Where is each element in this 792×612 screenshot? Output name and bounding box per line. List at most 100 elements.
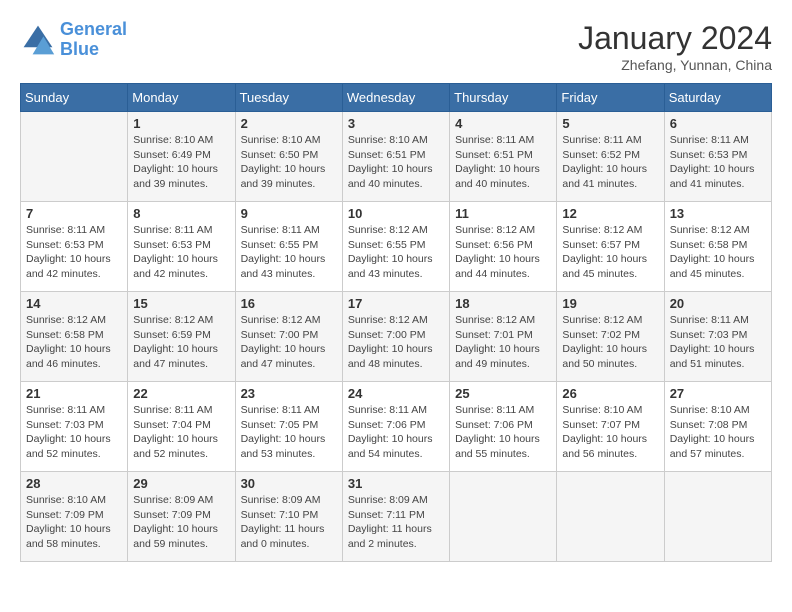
day-info: Sunrise: 8:10 AM Sunset: 7:07 PM Dayligh… (562, 403, 658, 462)
page-header: General Blue January 2024 Zhefang, Yunna… (20, 20, 772, 73)
day-number: 13 (670, 206, 766, 221)
logo-blue: Blue (60, 39, 99, 59)
sunrise-label: Sunrise: 8:11 AM (26, 224, 105, 236)
day-number: 20 (670, 296, 766, 311)
daylight-label: Daylight: 11 hours and 0 minutes. (241, 523, 325, 550)
sunrise-label: Sunrise: 8:11 AM (241, 404, 320, 416)
sunrise-label: Sunrise: 8:11 AM (455, 134, 534, 146)
day-number: 18 (455, 296, 551, 311)
sunset-label: Sunset: 7:03 PM (26, 419, 104, 431)
calendar-cell: 26 Sunrise: 8:10 AM Sunset: 7:07 PM Dayl… (557, 382, 664, 472)
calendar-cell (557, 472, 664, 562)
sunset-label: Sunset: 6:55 PM (241, 239, 319, 251)
calendar-cell: 30 Sunrise: 8:09 AM Sunset: 7:10 PM Dayl… (235, 472, 342, 562)
calendar-cell: 17 Sunrise: 8:12 AM Sunset: 7:00 PM Dayl… (342, 292, 449, 382)
sunrise-label: Sunrise: 8:12 AM (670, 224, 750, 236)
sunset-label: Sunset: 7:09 PM (26, 509, 104, 521)
sunrise-label: Sunrise: 8:12 AM (562, 314, 642, 326)
calendar-cell: 13 Sunrise: 8:12 AM Sunset: 6:58 PM Dayl… (664, 202, 771, 292)
sunset-label: Sunset: 7:11 PM (348, 509, 425, 521)
daylight-label: Daylight: 10 hours and 47 minutes. (133, 343, 218, 370)
sunset-label: Sunset: 7:09 PM (133, 509, 211, 521)
sunset-label: Sunset: 7:08 PM (670, 419, 748, 431)
day-info: Sunrise: 8:11 AM Sunset: 7:03 PM Dayligh… (26, 403, 122, 462)
calendar-cell: 27 Sunrise: 8:10 AM Sunset: 7:08 PM Dayl… (664, 382, 771, 472)
sunset-label: Sunset: 7:00 PM (241, 329, 319, 341)
sunset-label: Sunset: 6:51 PM (348, 149, 426, 161)
sunset-label: Sunset: 7:04 PM (133, 419, 211, 431)
daylight-label: Daylight: 10 hours and 43 minutes. (348, 253, 433, 280)
sunset-label: Sunset: 6:57 PM (562, 239, 640, 251)
sunset-label: Sunset: 6:49 PM (133, 149, 211, 161)
day-info: Sunrise: 8:11 AM Sunset: 7:03 PM Dayligh… (670, 313, 766, 372)
day-info: Sunrise: 8:10 AM Sunset: 7:08 PM Dayligh… (670, 403, 766, 462)
sunrise-label: Sunrise: 8:10 AM (26, 494, 106, 506)
calendar-cell: 1 Sunrise: 8:10 AM Sunset: 6:49 PM Dayli… (128, 112, 235, 202)
day-info: Sunrise: 8:12 AM Sunset: 7:02 PM Dayligh… (562, 313, 658, 372)
calendar-cell: 3 Sunrise: 8:10 AM Sunset: 6:51 PM Dayli… (342, 112, 449, 202)
sunset-label: Sunset: 6:53 PM (670, 149, 748, 161)
day-number: 4 (455, 116, 551, 131)
main-title: January 2024 (578, 20, 772, 57)
calendar-cell: 31 Sunrise: 8:09 AM Sunset: 7:11 PM Dayl… (342, 472, 449, 562)
calendar-cell: 22 Sunrise: 8:11 AM Sunset: 7:04 PM Dayl… (128, 382, 235, 472)
sunrise-label: Sunrise: 8:12 AM (348, 314, 428, 326)
daylight-label: Daylight: 10 hours and 46 minutes. (26, 343, 111, 370)
calendar-cell: 25 Sunrise: 8:11 AM Sunset: 7:06 PM Dayl… (450, 382, 557, 472)
sunrise-label: Sunrise: 8:11 AM (562, 134, 641, 146)
calendar-header-row: Sunday Monday Tuesday Wednesday Thursday… (21, 84, 772, 112)
calendar-cell: 9 Sunrise: 8:11 AM Sunset: 6:55 PM Dayli… (235, 202, 342, 292)
calendar-cell (664, 472, 771, 562)
daylight-label: Daylight: 10 hours and 50 minutes. (562, 343, 647, 370)
day-info: Sunrise: 8:10 AM Sunset: 7:09 PM Dayligh… (26, 493, 122, 552)
sunrise-label: Sunrise: 8:12 AM (455, 224, 535, 236)
sunrise-label: Sunrise: 8:12 AM (133, 314, 213, 326)
day-info: Sunrise: 8:09 AM Sunset: 7:10 PM Dayligh… (241, 493, 337, 552)
day-info: Sunrise: 8:12 AM Sunset: 6:59 PM Dayligh… (133, 313, 229, 372)
day-info: Sunrise: 8:12 AM Sunset: 7:00 PM Dayligh… (348, 313, 444, 372)
daylight-label: Daylight: 10 hours and 39 minutes. (133, 163, 218, 190)
daylight-label: Daylight: 10 hours and 43 minutes. (241, 253, 326, 280)
sunrise-label: Sunrise: 8:10 AM (241, 134, 321, 146)
calendar-cell: 8 Sunrise: 8:11 AM Sunset: 6:53 PM Dayli… (128, 202, 235, 292)
calendar-cell: 19 Sunrise: 8:12 AM Sunset: 7:02 PM Dayl… (557, 292, 664, 382)
calendar-table: Sunday Monday Tuesday Wednesday Thursday… (20, 83, 772, 562)
day-number: 12 (562, 206, 658, 221)
day-info: Sunrise: 8:09 AM Sunset: 7:11 PM Dayligh… (348, 493, 444, 552)
day-number: 22 (133, 386, 229, 401)
sunset-label: Sunset: 6:53 PM (133, 239, 211, 251)
day-number: 7 (26, 206, 122, 221)
day-number: 2 (241, 116, 337, 131)
calendar-cell: 5 Sunrise: 8:11 AM Sunset: 6:52 PM Dayli… (557, 112, 664, 202)
calendar-cell: 29 Sunrise: 8:09 AM Sunset: 7:09 PM Dayl… (128, 472, 235, 562)
sunset-label: Sunset: 7:03 PM (670, 329, 748, 341)
daylight-label: Daylight: 10 hours and 52 minutes. (26, 433, 111, 460)
day-info: Sunrise: 8:12 AM Sunset: 6:58 PM Dayligh… (26, 313, 122, 372)
logo-icon (20, 22, 56, 58)
calendar-cell: 28 Sunrise: 8:10 AM Sunset: 7:09 PM Dayl… (21, 472, 128, 562)
sunset-label: Sunset: 6:53 PM (26, 239, 104, 251)
day-number: 30 (241, 476, 337, 491)
subtitle: Zhefang, Yunnan, China (578, 57, 772, 73)
calendar-cell: 6 Sunrise: 8:11 AM Sunset: 6:53 PM Dayli… (664, 112, 771, 202)
daylight-label: Daylight: 10 hours and 56 minutes. (562, 433, 647, 460)
sunset-label: Sunset: 6:50 PM (241, 149, 319, 161)
day-number: 31 (348, 476, 444, 491)
day-info: Sunrise: 8:11 AM Sunset: 7:06 PM Dayligh… (455, 403, 551, 462)
daylight-label: Daylight: 10 hours and 49 minutes. (455, 343, 540, 370)
sunrise-label: Sunrise: 8:11 AM (670, 314, 749, 326)
day-number: 19 (562, 296, 658, 311)
daylight-label: Daylight: 10 hours and 42 minutes. (26, 253, 111, 280)
day-info: Sunrise: 8:11 AM Sunset: 6:53 PM Dayligh… (133, 223, 229, 282)
day-info: Sunrise: 8:11 AM Sunset: 7:06 PM Dayligh… (348, 403, 444, 462)
sunrise-label: Sunrise: 8:10 AM (133, 134, 213, 146)
col-wednesday: Wednesday (342, 84, 449, 112)
calendar-cell: 10 Sunrise: 8:12 AM Sunset: 6:55 PM Dayl… (342, 202, 449, 292)
day-number: 9 (241, 206, 337, 221)
daylight-label: Daylight: 10 hours and 52 minutes. (133, 433, 218, 460)
sunset-label: Sunset: 6:56 PM (455, 239, 533, 251)
daylight-label: Daylight: 10 hours and 57 minutes. (670, 433, 755, 460)
day-info: Sunrise: 8:11 AM Sunset: 6:55 PM Dayligh… (241, 223, 337, 282)
sunrise-label: Sunrise: 8:12 AM (26, 314, 106, 326)
calendar-cell: 23 Sunrise: 8:11 AM Sunset: 7:05 PM Dayl… (235, 382, 342, 472)
